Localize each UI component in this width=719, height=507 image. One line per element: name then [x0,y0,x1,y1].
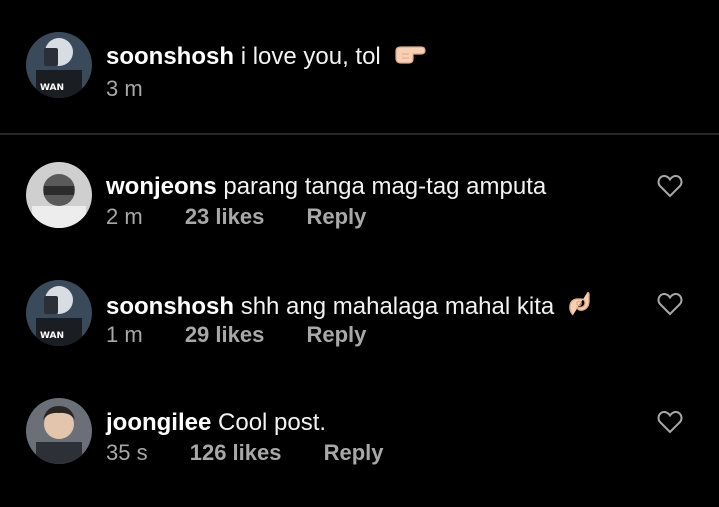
comment-time: 1 m [106,322,143,347]
heart-icon[interactable] [657,174,683,198]
caption-meta: 3 m [106,76,179,102]
caption-time: 3 m [106,76,143,101]
comment-username[interactable]: wonjeons [106,173,217,200]
caption-text: soonshosh i love you, tol [106,43,427,72]
comment-time: 35 s [106,440,148,465]
ok-hand-emoji [567,291,593,324]
avatar[interactable] [26,162,92,228]
heart-icon[interactable] [657,410,683,434]
caption-body: i love you, tol [240,43,381,70]
comment-item: WAN soonshosh shh ang mahalaga mahal kit… [0,268,719,368]
comment-meta: 2 m 23 likes Reply [106,204,402,230]
svg-text:WAN: WAN [40,83,64,93]
comment-meta: 35 s 126 likes Reply [106,440,420,466]
caption-username[interactable]: soonshosh [106,43,234,70]
heart-icon[interactable] [657,292,683,316]
comment-likes[interactable]: 126 likes [190,440,282,465]
reply-button[interactable]: Reply [306,322,366,347]
comment-item: joongilee Cool post. 35 s 126 likes Repl… [0,386,719,486]
pointing-hand-emoji [393,43,427,72]
comment-meta: 1 m 29 likes Reply [106,322,402,348]
reply-button[interactable]: Reply [324,440,384,465]
comment-likes[interactable]: 23 likes [185,204,265,229]
avatar[interactable]: WAN [26,32,92,98]
comment-username[interactable]: soonshosh [106,293,234,320]
svg-text:WAN: WAN [40,331,64,341]
comment-username[interactable]: joongilee [106,409,211,436]
comment-likes[interactable]: 29 likes [185,322,265,347]
comment-body: shh ang mahalaga mahal kita [240,292,555,320]
comment-time: 2 m [106,204,143,229]
comment-text: wonjeons parang tanga mag-tag amputa [106,173,546,201]
reply-button[interactable]: Reply [306,204,366,229]
comment-text: soonshosh shh ang mahalaga mahal kita [106,291,593,324]
divider [0,133,719,135]
comment-text: joongilee Cool post. [106,409,326,437]
comment-body: Cool post. [218,409,327,436]
avatar[interactable]: WAN [26,280,92,346]
comment-item: wonjeons parang tanga mag-tag amputa 2 m… [0,150,719,250]
comments-screen: WAN soonshosh i love you, tol 3 m wonjeo… [0,0,719,507]
comment-body: parang tanga mag-tag amputa [223,173,547,200]
avatar[interactable] [26,398,92,464]
post-caption: WAN soonshosh i love you, tol 3 m [0,0,719,133]
